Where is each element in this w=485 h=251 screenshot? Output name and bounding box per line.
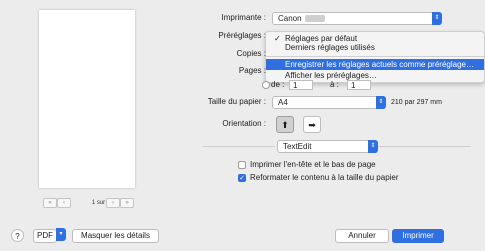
reflow-checkbox[interactable]: ✓ [238, 174, 246, 182]
chevron-updown-icon: ⇕ [376, 96, 386, 109]
next-page-icon: › [112, 200, 114, 206]
print-button[interactable]: Imprimer [392, 229, 444, 243]
copies-label: Copies : [236, 49, 266, 58]
orientation-landscape-button[interactable]: ➡ [303, 116, 321, 133]
menu-separator [266, 56, 484, 57]
pages-range-radio[interactable] [262, 81, 270, 89]
paper-size-popup[interactable]: A4 ⇕ [272, 96, 386, 109]
header-footer-label: Imprimer l'en-tête et le bas de page [250, 160, 376, 169]
pages-from-field[interactable]: 1 [289, 80, 313, 90]
page-navigation: « ‹ 1 sur 1 › » [43, 198, 134, 208]
first-page-icon: « [48, 200, 52, 206]
menu-item-save-preset[interactable]: Enregistrer les réglages actuels comme p… [266, 59, 484, 70]
printer-label: Imprimante : [221, 13, 266, 22]
pages-label: Pages : [238, 66, 266, 75]
portrait-icon: ⬆ [281, 120, 289, 130]
header-footer-checkbox[interactable] [238, 161, 246, 169]
help-button[interactable]: ? [11, 229, 24, 242]
pages-to-field[interactable]: 1 [347, 80, 371, 90]
reflow-label: Reformater le contenu à la taille du pap… [250, 173, 399, 182]
section-divider [377, 146, 471, 147]
hide-details-button[interactable]: Masquer les détails [72, 229, 159, 243]
pages-from-label: de : [271, 80, 285, 89]
paper-size-value: A4 [278, 98, 288, 107]
previous-page-button[interactable]: ‹ [57, 198, 71, 208]
next-page-button[interactable]: › [106, 198, 120, 208]
page-preview [39, 10, 135, 188]
printer-value: Canon [278, 14, 302, 23]
chevron-down-icon: ▾ [56, 228, 66, 241]
printer-popup[interactable]: Canon ⇕ [272, 12, 442, 25]
paper-size-label: Taille du papier : [207, 97, 266, 106]
orientation-portrait-button[interactable]: ⬆ [276, 116, 294, 133]
app-section-popup[interactable]: TextEdit ⇕ [277, 140, 378, 153]
first-page-button[interactable]: « [43, 198, 57, 208]
menu-item-last-used[interactable]: Derniers réglages utilisés [266, 42, 484, 53]
landscape-icon: ➡ [308, 120, 316, 130]
chevron-updown-icon: ⇕ [432, 12, 442, 25]
pdf-button[interactable]: PDF [33, 229, 57, 243]
presets-label: Préréglages : [218, 31, 266, 40]
chevron-updown-icon: ⇕ [368, 140, 378, 153]
previous-page-icon: ‹ [63, 200, 65, 206]
section-divider [203, 146, 275, 147]
pages-to-label: à : [330, 80, 339, 89]
last-page-icon: » [125, 200, 129, 206]
last-page-button[interactable]: » [120, 198, 134, 208]
presets-menu: ✓ Réglages par défaut Derniers réglages u… [265, 31, 485, 83]
printer-name-redacted [304, 15, 325, 23]
paper-dimensions: 210 par 297 mm [391, 99, 442, 106]
app-section-value: TextEdit [283, 142, 312, 151]
cancel-button[interactable]: Annuler [335, 229, 389, 243]
checkmark-icon: ✓ [239, 175, 245, 182]
orientation-label: Orientation : [222, 119, 266, 128]
